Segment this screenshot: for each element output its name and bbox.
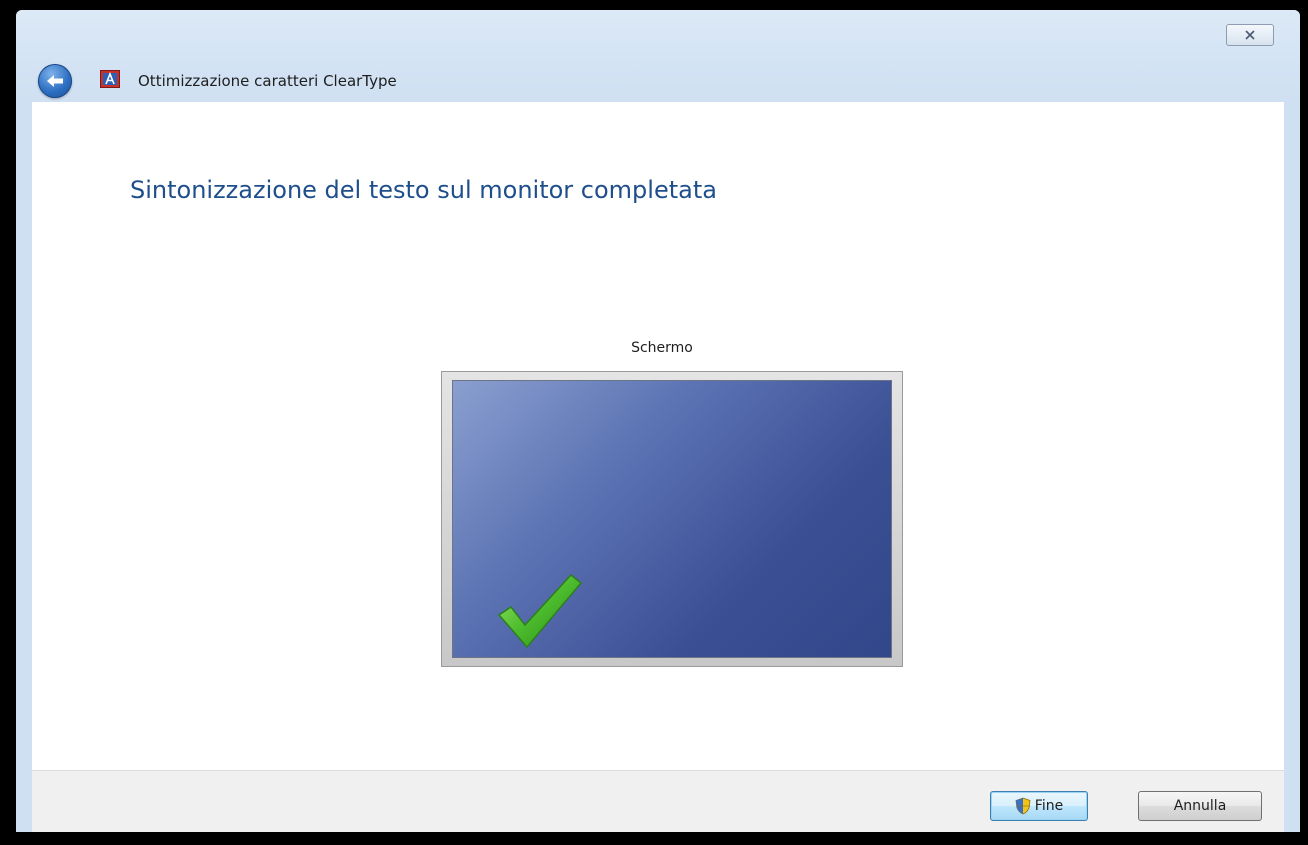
monitor-screen [452,380,892,658]
checkmark-icon [497,573,583,649]
content-area: Sintonizzazione del testo sul monitor co… [32,102,1284,770]
finish-button[interactable]: Fine [990,791,1088,821]
monitor-label: Schermo [631,340,693,356]
monitor-frame [441,371,903,667]
cleartype-icon [100,70,120,88]
window-title: Ottimizzazione caratteri ClearType [138,72,397,90]
back-arrow-icon [47,75,63,87]
close-button[interactable] [1226,24,1274,46]
uac-shield-icon [1015,797,1031,815]
title-bar: Ottimizzazione caratteri ClearType [16,10,1300,102]
close-icon [1245,30,1255,40]
dialog-window: Ottimizzazione caratteri ClearType Sinto… [16,10,1300,832]
cancel-button-label: Annulla [1173,798,1227,814]
page-heading: Sintonizzazione del testo sul monitor co… [130,176,717,204]
cancel-button[interactable]: Annulla [1138,791,1262,821]
button-bar: Fine Annulla [32,770,1284,832]
finish-button-label: Fine [1034,798,1064,814]
back-button[interactable] [38,64,72,98]
